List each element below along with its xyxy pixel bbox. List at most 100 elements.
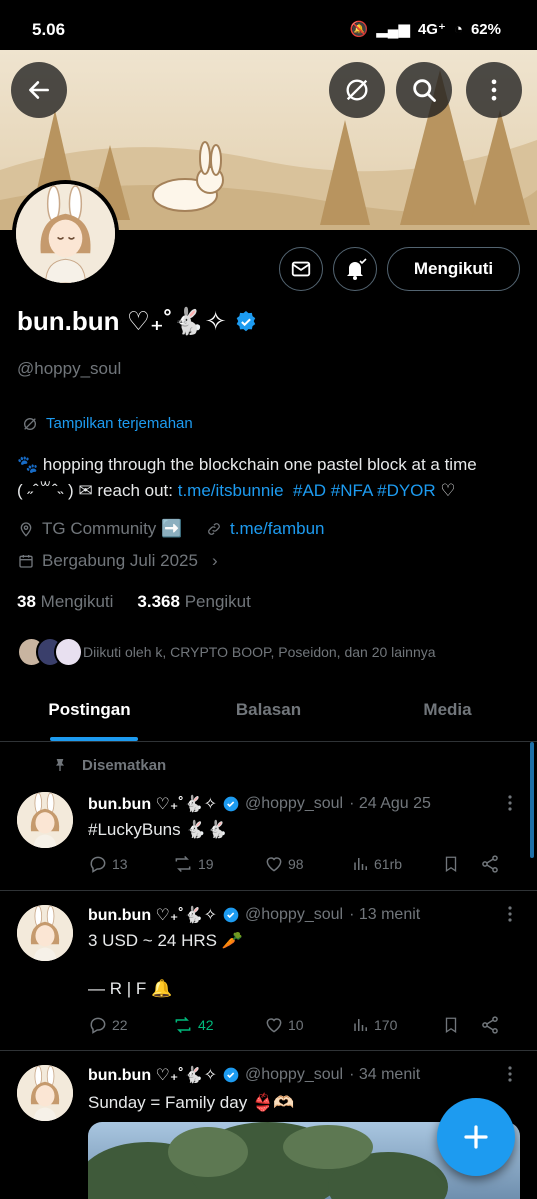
tweet-actions: 13 19 98 61rb <box>88 854 513 874</box>
translate-link[interactable]: Tampilkan terjemahan <box>22 415 193 432</box>
grok-button[interactable] <box>329 62 385 118</box>
notifications-button[interactable] <box>333 247 377 291</box>
back-button[interactable] <box>11 62 67 118</box>
pin-icon <box>56 759 64 771</box>
status-icons: 🔕 ▂▄▆ 4G⁺ ◔ 62% <box>349 20 501 39</box>
reply-icon <box>90 1017 106 1034</box>
arrow-left-icon <box>29 81 49 99</box>
website-link[interactable]: t.me/fambun <box>230 519 325 539</box>
avatar[interactable] <box>17 1065 73 1121</box>
tweet-author-name[interactable]: bun.bun ♡₊˚🐇✧ <box>88 794 217 814</box>
location-pin-icon <box>20 522 32 537</box>
joined-text: Bergabung Juli 2025 <box>42 551 198 570</box>
tweet-body-line: 3 USD ~ 24 HRS 🥕 <box>88 931 243 950</box>
tweet-handle[interactable]: @hoppy_soul <box>245 906 343 924</box>
heart-icon <box>266 857 282 872</box>
tab-media[interactable]: Media <box>358 686 537 741</box>
translate-label: Tampilkan terjemahan <box>46 415 193 432</box>
tweet-header: bun.bun ♡₊˚🐇✧ @hoppy_soul · 13 menit <box>88 905 420 925</box>
heart-icon <box>266 1018 282 1033</box>
mail-icon <box>291 261 311 277</box>
profile-avatar[interactable] <box>12 180 119 287</box>
reply-button[interactable]: 13 <box>88 854 172 874</box>
verified-badge-icon <box>223 1067 239 1083</box>
avatar[interactable] <box>17 792 73 848</box>
profile-location: TG Community ➡️ <box>18 519 182 539</box>
followers-count: 3.368 <box>137 592 180 611</box>
views-button[interactable]: 61rb <box>352 855 442 873</box>
tweet[interactable]: bun.bun ♡₊˚🐇✧ @hoppy_soul · 24 Agu 25 #L… <box>0 780 537 891</box>
tweet-handle[interactable]: @hoppy_soul <box>245 795 343 813</box>
repost-icon <box>175 855 191 873</box>
more-options-button[interactable] <box>466 62 522 118</box>
profile-website[interactable]: t.me/fambun <box>206 519 325 539</box>
tab-postingan[interactable]: Postingan <box>0 686 179 741</box>
followers-label: Pengikut <box>184 592 251 611</box>
like-button[interactable]: 10 <box>264 1015 352 1035</box>
more-vertical-icon <box>508 1066 512 1082</box>
views-button[interactable]: 170 <box>352 1016 442 1034</box>
pinned-label: Disematkan <box>52 756 166 774</box>
signal-icon: ▂▄▆ <box>376 21 410 38</box>
tweet-handle[interactable]: @hoppy_soul <box>245 1066 343 1084</box>
followers-stat[interactable]: 3.368 Pengikut <box>137 592 250 612</box>
battery-level: 62% <box>470 20 501 38</box>
tab-label: Balasan <box>235 700 302 719</box>
bio-hashtags[interactable]: #AD #NFA #DYOR <box>293 481 436 500</box>
following-stat[interactable]: 38 Mengikuti <box>17 592 113 612</box>
view-count: 170 <box>374 1017 398 1033</box>
more-vertical-icon <box>491 79 497 101</box>
more-vertical-icon <box>508 906 512 922</box>
followed-by[interactable]: Diikuti oleh k, CRYPTO BOOP, Poseidon, d… <box>17 636 436 668</box>
grok-icon <box>346 79 368 101</box>
like-button[interactable]: 98 <box>264 854 352 874</box>
reply-count: 13 <box>112 856 128 872</box>
bookmark-button[interactable] <box>442 854 480 874</box>
tweet-author-name[interactable]: bun.bun ♡₊˚🐇✧ <box>88 1065 217 1085</box>
search-button[interactable] <box>396 62 452 118</box>
tweet[interactable]: bun.bun ♡₊˚🐇✧ @hoppy_soul · 13 menit 3 U… <box>0 891 537 1051</box>
profile-joined[interactable]: Bergabung Juli 2025 › <box>18 551 218 571</box>
tab-balasan[interactable]: Balasan <box>179 686 358 741</box>
bio-line-1: 🐾 hopping through the blockchain one pas… <box>17 455 477 474</box>
profile-name: bun.bun ♡₊˚🐇✧ <box>17 306 257 337</box>
bio-line-2: ( ˶ˆ꒳ˆ˵ ) ✉ reach out: <box>17 481 178 500</box>
tweet-body[interactable]: 3 USD ~ 24 HRS 🥕 — R | F 🔔 <box>88 929 518 1001</box>
repost-button[interactable]: 42 <box>172 1015 264 1035</box>
repost-count: 42 <box>198 1017 214 1033</box>
share-icon <box>482 1016 498 1034</box>
tweet-more-button[interactable] <box>507 1065 513 1083</box>
following-label: Mengikuti <box>40 592 114 611</box>
tweet-body[interactable]: #LuckyBuns 🐇🐇 <box>88 818 518 842</box>
tweet-header: bun.bun ♡₊˚🐇✧ @hoppy_soul · 24 Agu 25 <box>88 794 431 814</box>
tweet-time: · 34 menit <box>349 1066 421 1083</box>
tweet-body-line: — R | F 🔔 <box>88 979 173 998</box>
repost-button[interactable]: 19 <box>172 854 264 874</box>
tweet-more-button[interactable] <box>507 905 513 923</box>
mute-icon: 🔕 <box>349 21 369 38</box>
share-button[interactable] <box>480 1015 500 1035</box>
status-bar: 5.06 🔕 ▂▄▆ 4G⁺ ◔ 62% <box>0 0 537 50</box>
profile-bio: 🐾 hopping through the blockchain one pas… <box>17 452 527 504</box>
compose-post-button[interactable] <box>437 1098 515 1176</box>
plus-icon <box>464 1125 488 1149</box>
share-button[interactable] <box>480 854 500 874</box>
following-button[interactable]: Mengikuti <box>387 247 520 291</box>
tweet-author-name[interactable]: bun.bun ♡₊˚🐇✧ <box>88 905 217 925</box>
reply-icon <box>90 856 106 873</box>
avatar[interactable] <box>17 905 73 961</box>
repost-icon <box>175 1016 191 1034</box>
tweet-actions: 22 42 10 170 <box>88 1015 513 1035</box>
reply-button[interactable]: 22 <box>88 1015 172 1035</box>
battery-icon: ◔ <box>453 20 463 38</box>
profile-tabs: Postingan Balasan Media <box>0 686 537 742</box>
bookmark-button[interactable] <box>442 1015 480 1035</box>
view-count: 61rb <box>374 856 403 872</box>
tweet-more-button[interactable] <box>507 794 513 812</box>
tweet-time: · 24 Agu 25 <box>349 795 431 812</box>
display-name: bun.bun ♡₊˚🐇✧ <box>17 306 227 336</box>
message-button[interactable] <box>279 247 323 291</box>
more-vertical-icon <box>508 795 512 811</box>
bio-link[interactable]: t.me/itsbunnie <box>178 481 284 500</box>
profile-handle: @hoppy_soul <box>17 359 122 378</box>
